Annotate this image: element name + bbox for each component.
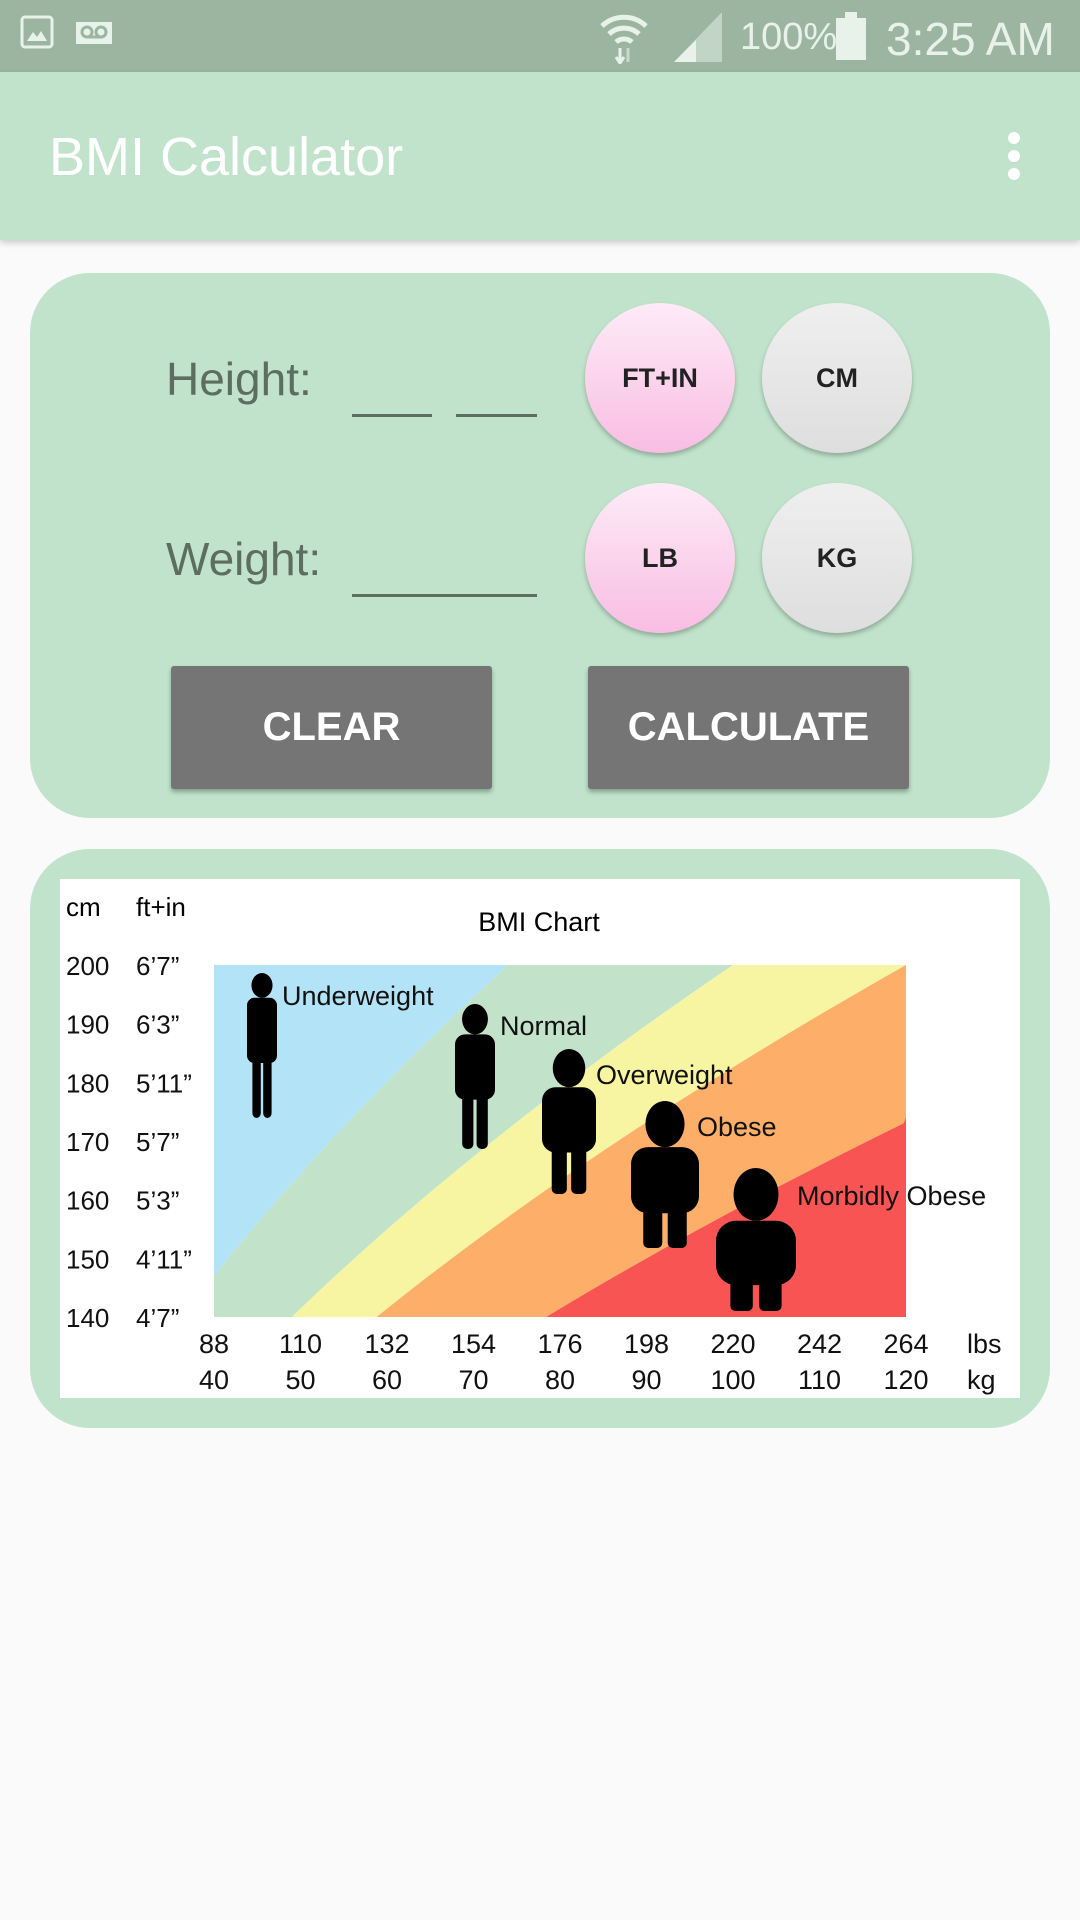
x-tick-kg: 90 (631, 1365, 661, 1395)
y-tick-ftin: 4’7” (136, 1303, 179, 1333)
clock: 3:25 AM (886, 13, 1055, 65)
y-tick-cm: 170 (66, 1127, 109, 1157)
kg-unit-button[interactable]: KG (762, 483, 912, 633)
x-tick-lbs: 176 (537, 1329, 582, 1359)
x-unit-kg: kg (967, 1365, 996, 1395)
voicemail-icon (76, 22, 112, 44)
y-tick-cm: 140 (66, 1303, 109, 1333)
x-tick-lbs: 264 (883, 1329, 928, 1359)
chart-title: BMI Chart (478, 907, 600, 937)
app-title: BMI Calculator (49, 127, 404, 187)
y-tick-cm: 150 (66, 1244, 109, 1274)
height-feet-input[interactable] (352, 360, 432, 416)
battery-icon (836, 12, 866, 60)
y-tick-ftin: 6’7” (136, 951, 179, 981)
x-tick-kg: 110 (798, 1365, 841, 1395)
y-tick-ftin: 6’3” (136, 1010, 179, 1040)
weight-input[interactable] (352, 540, 537, 596)
gallery-icon (20, 15, 54, 49)
category-label: Morbidly Obese (797, 1181, 986, 1211)
y-unit-ftin: ft+in (136, 892, 186, 922)
clear-button[interactable]: CLEAR (171, 666, 492, 789)
x-tick-kg: 120 (883, 1365, 928, 1395)
x-tick-kg: 100 (710, 1365, 755, 1395)
calculate-button[interactable]: CALCULATE (588, 666, 909, 789)
bmi-chart-image: Underweight Normal Overweight Obese Morbidly… (60, 879, 1020, 1398)
x-tick-lbs: 154 (451, 1329, 496, 1359)
more-vert-icon[interactable] (1000, 132, 1030, 182)
x-tick-kg: 70 (458, 1365, 488, 1395)
y-tick-ftin: 5’11” (136, 1068, 192, 1098)
signal-icon (674, 12, 722, 62)
weight-label: Weight: (166, 533, 322, 585)
app-bar: BMI Calculator (0, 72, 1080, 240)
y-tick-cm: 180 (66, 1068, 109, 1098)
x-tick-kg: 50 (285, 1365, 315, 1395)
height-label: Height: (166, 353, 312, 405)
y-unit-cm: cm (66, 892, 101, 922)
category-label: Overweight (596, 1060, 733, 1090)
x-tick-kg: 40 (199, 1365, 229, 1395)
ft-in-unit-button[interactable]: FT+IN (585, 303, 735, 453)
x-tick-lbs: 132 (364, 1329, 409, 1359)
height-feet-underline (352, 414, 432, 417)
x-tick-lbs: 242 (797, 1329, 842, 1359)
weight-underline (352, 594, 537, 597)
y-tick-cm: 160 (66, 1186, 109, 1216)
y-tick-cm: 200 (66, 951, 109, 981)
lb-unit-button[interactable]: LB (585, 483, 735, 633)
x-tick-lbs: 88 (199, 1329, 229, 1359)
x-tick-lbs: 198 (624, 1329, 669, 1359)
x-tick-lbs: 110 (279, 1329, 322, 1359)
x-tick-lbs: 220 (710, 1329, 755, 1359)
wifi-icon (600, 14, 648, 64)
y-tick-ftin: 5’7” (136, 1127, 179, 1157)
x-unit-lbs: lbs (967, 1329, 1002, 1359)
x-tick-kg: 80 (545, 1365, 575, 1395)
status-bar: 100% 3:25 AM (0, 0, 1080, 72)
y-tick-ftin: 4’11” (136, 1244, 192, 1274)
battery-percent: 100% (740, 16, 838, 58)
category-label: Underweight (282, 981, 434, 1011)
category-label: Normal (500, 1011, 587, 1041)
cm-unit-button[interactable]: CM (762, 303, 912, 453)
height-inches-underline (456, 414, 537, 417)
y-tick-cm: 190 (66, 1010, 109, 1040)
height-inches-input[interactable] (456, 360, 537, 416)
category-label: Obese (697, 1112, 777, 1142)
y-tick-ftin: 5’3” (136, 1186, 179, 1216)
x-tick-kg: 60 (372, 1365, 402, 1395)
